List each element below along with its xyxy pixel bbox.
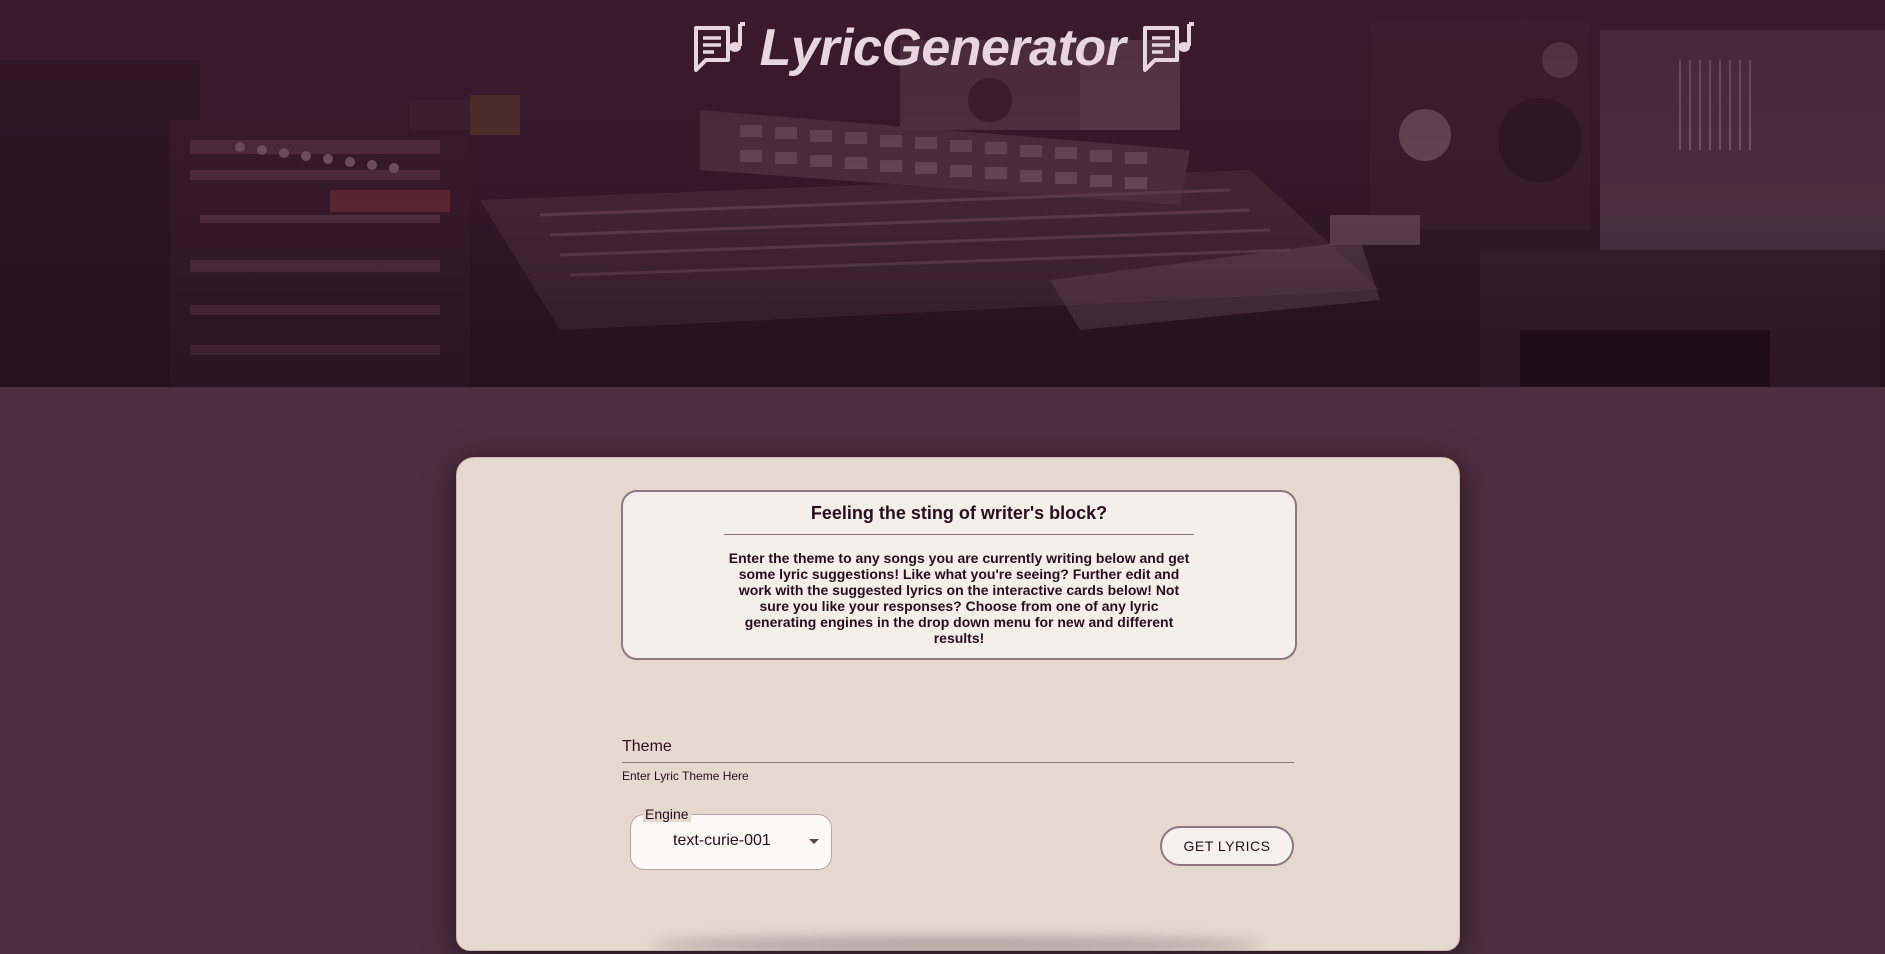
get-lyrics-button[interactable]: GET LYRICS: [1160, 826, 1294, 866]
theme-input[interactable]: [622, 736, 1298, 768]
theme-helper-text: Enter Lyric Theme Here: [622, 769, 749, 783]
intro-box: Feeling the sting of writer's block? Ent…: [621, 490, 1297, 660]
lyrics-note-icon: [1139, 20, 1195, 76]
dropdown-arrow-icon[interactable]: [809, 839, 819, 844]
intro-divider: [724, 534, 1194, 535]
engine-select[interactable]: Engine text-curie-001: [630, 806, 832, 870]
intro-heading: Feeling the sting of writer's block?: [810, 503, 1108, 523]
hero-banner: LyricGenerator: [0, 0, 1885, 387]
app-logo: LyricGenerator: [0, 18, 1885, 78]
engine-label: Engine: [643, 806, 691, 822]
next-card-shadow: [653, 936, 1261, 954]
lyric-form-card: Feeling the sting of writer's block? Ent…: [456, 457, 1460, 954]
theme-field[interactable]: Theme Enter Lyric Theme Here: [622, 736, 1298, 783]
lyrics-note-icon: [690, 20, 746, 76]
intro-text: Enter the theme to any songs you are cur…: [728, 550, 1190, 646]
app-title: LyricGenerator: [759, 19, 1126, 77]
engine-selected-value: text-curie-001: [673, 832, 771, 849]
